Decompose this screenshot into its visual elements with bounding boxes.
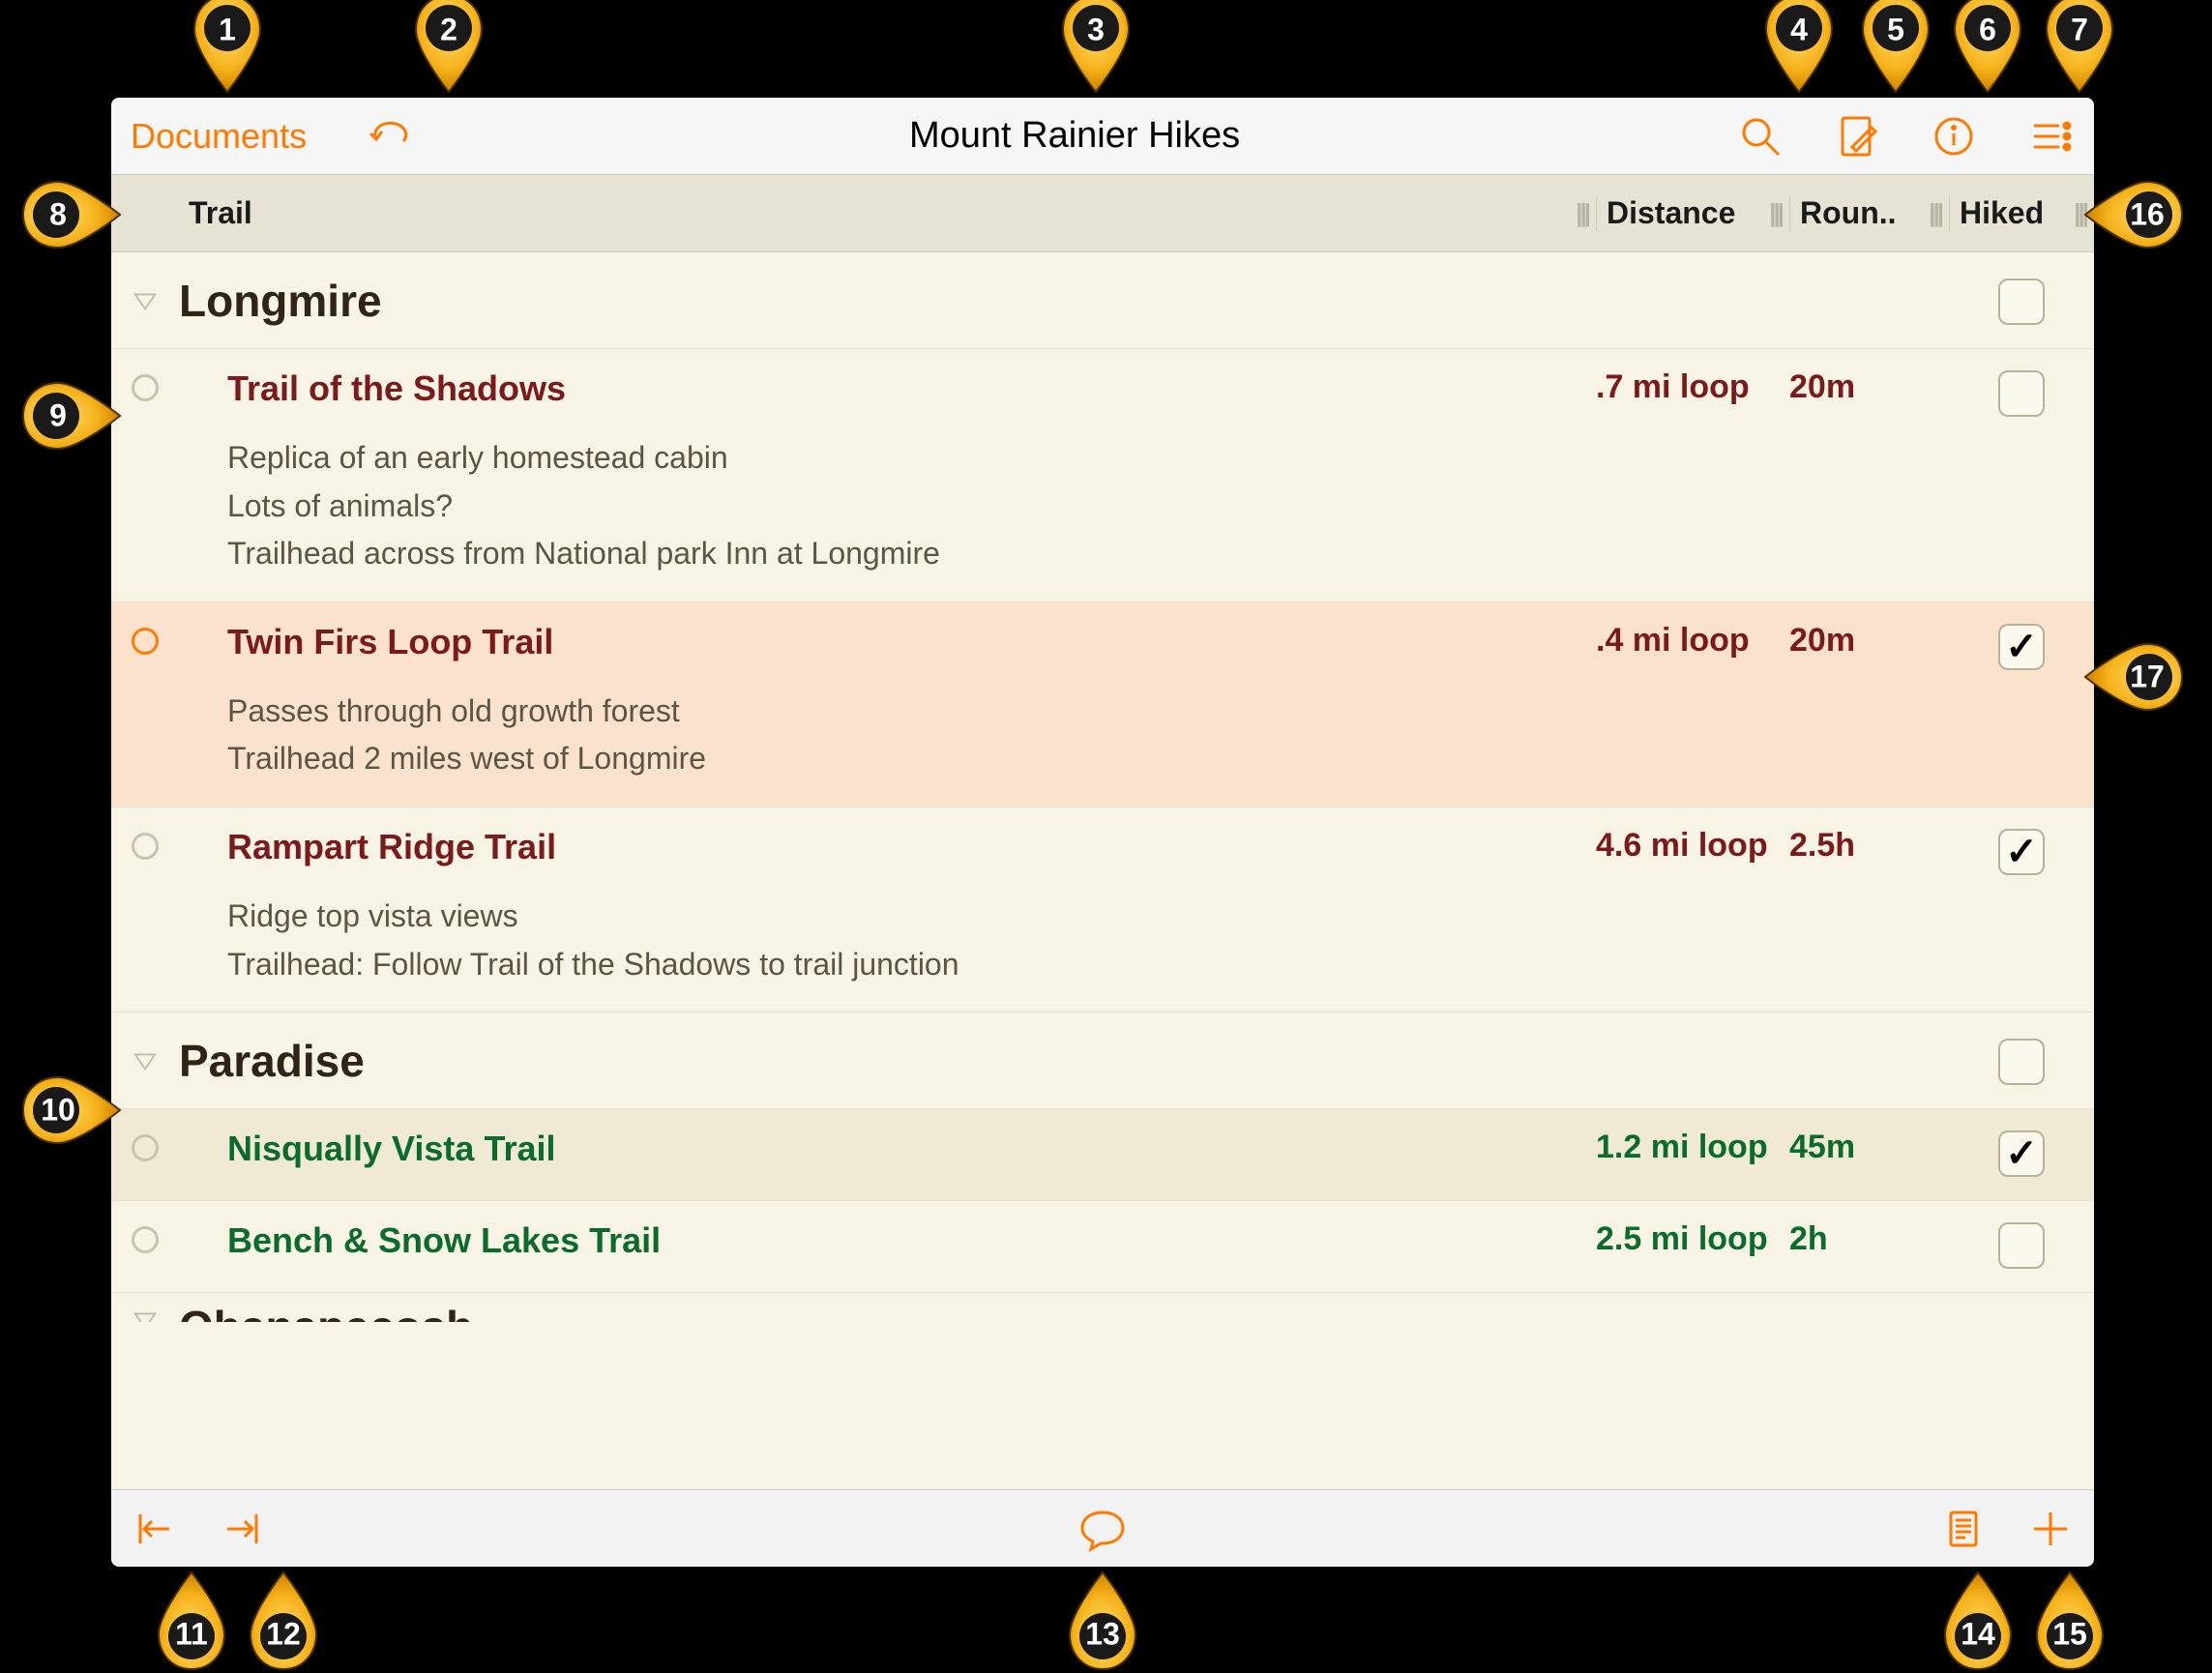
search-icon[interactable] <box>1736 112 1784 161</box>
column-header-distance[interactable]: Distance||| <box>1596 195 1789 231</box>
outline-list[interactable]: Longmire Trail of the Shadows Replica of… <box>111 252 2094 1489</box>
trail-row[interactable]: Twin Firs Loop Trail Passes through old … <box>111 602 2094 807</box>
hiked-checkbox[interactable] <box>1998 1039 2045 1085</box>
trail-name[interactable]: Twin Firs Loop Trail <box>227 622 1577 662</box>
note-icon[interactable] <box>1078 1505 1127 1553</box>
callout-marker: 12 <box>245 1567 322 1673</box>
status-circle-icon[interactable] <box>132 1134 159 1161</box>
roundtrip-cell[interactable]: 20m <box>1789 368 1949 578</box>
column-header-hiked[interactable]: Hiked||| <box>1949 195 2094 231</box>
hiked-checkbox[interactable] <box>1998 370 2045 417</box>
distance-cell[interactable]: 2.5 mi loop <box>1596 1220 1789 1269</box>
hiked-checkbox[interactable] <box>1998 1222 2045 1269</box>
undo-icon[interactable] <box>365 112 413 161</box>
status-circle-icon[interactable] <box>132 628 159 655</box>
bottom-toolbar <box>111 1489 2094 1567</box>
section-row[interactable]: Paradise <box>111 1013 2094 1109</box>
column-resize-icon[interactable]: ||| <box>1769 198 1782 228</box>
callout-marker: 11 <box>153 1567 230 1673</box>
trail-name[interactable]: Nisqually Vista Trail <box>227 1129 1577 1169</box>
status-circle-icon[interactable] <box>132 374 159 401</box>
column-resize-icon[interactable]: ||| <box>2074 198 2086 228</box>
column-header-roundtrip[interactable]: Roun..||| <box>1789 195 1949 231</box>
disclosure-triangle-icon[interactable] <box>111 1306 179 1322</box>
hiked-checkbox[interactable]: ✓ <box>1998 624 2045 670</box>
callout-marker: 6 <box>1949 0 2026 98</box>
callout-marker: 14 <box>1939 1567 2017 1673</box>
trail-name[interactable]: Trail of the Shadows <box>227 368 1577 409</box>
roundtrip-cell[interactable]: 2h <box>1789 1220 1949 1269</box>
distance-cell[interactable]: 4.6 mi loop <box>1596 827 1789 988</box>
app-window: Documents Mount Rainier Hikes <box>111 98 2094 1567</box>
status-circle-icon[interactable] <box>132 833 159 860</box>
callout-marker: 15 <box>2031 1567 2109 1673</box>
outdent-icon[interactable] <box>131 1505 179 1553</box>
hiked-checkbox[interactable]: ✓ <box>1998 829 2045 875</box>
column-resize-icon[interactable]: ||| <box>1576 198 1588 228</box>
trail-notes[interactable]: Passes through old growth forestTrailhea… <box>227 688 1577 783</box>
column-header-trail[interactable]: Trail||| <box>179 195 1596 231</box>
hiked-checkbox[interactable]: ✓ <box>1998 1130 2045 1177</box>
roundtrip-cell[interactable]: 2.5h <box>1789 827 1949 988</box>
callout-marker: 3 <box>1057 0 1135 98</box>
distance-cell[interactable]: .7 mi loop <box>1596 368 1789 578</box>
callout-marker: 16 <box>2079 176 2186 253</box>
documents-back-button[interactable]: Documents <box>131 116 307 157</box>
section-row[interactable]: Ohanapecosh <box>111 1293 2094 1322</box>
top-toolbar: Documents Mount Rainier Hikes <box>111 98 2094 175</box>
trail-row[interactable]: Trail of the Shadows Replica of an early… <box>111 349 2094 602</box>
document-edit-icon[interactable] <box>1833 112 1881 161</box>
callout-marker: 1 <box>189 0 266 98</box>
callout-marker: 7 <box>2041 0 2118 98</box>
hiked-checkbox[interactable] <box>1998 279 2045 325</box>
trail-notes[interactable]: Ridge top vista viewsTrailhead: Follow T… <box>227 893 1577 988</box>
callout-marker: 5 <box>1857 0 1934 98</box>
distance-cell[interactable]: .4 mi loop <box>1596 622 1789 783</box>
trail-row[interactable]: Bench & Snow Lakes Trail 2.5 mi loop 2h <box>111 1201 2094 1293</box>
callout-marker: 2 <box>410 0 487 98</box>
annotated-screenshot: Documents Mount Rainier Hikes <box>0 0 2212 1672</box>
info-icon[interactable] <box>1930 112 1978 161</box>
indent-icon[interactable] <box>218 1505 266 1553</box>
callout-marker: 9 <box>19 377 126 455</box>
trail-row[interactable]: Nisqually Vista Trail 1.2 mi loop 45m ✓ <box>111 1109 2094 1201</box>
status-circle-icon[interactable] <box>132 1226 159 1253</box>
callout-marker: 10 <box>19 1071 126 1149</box>
view-options-icon[interactable] <box>2026 112 2075 161</box>
callout-marker: 4 <box>1760 0 1838 98</box>
distance-cell[interactable]: 1.2 mi loop <box>1596 1129 1789 1177</box>
section-row[interactable]: Longmire <box>111 252 2094 349</box>
section-title[interactable]: Paradise <box>179 1035 1596 1087</box>
section-title: Ohanapecosh <box>179 1301 2094 1322</box>
document-icon[interactable] <box>1939 1505 1988 1553</box>
callout-marker: 13 <box>1064 1567 1141 1673</box>
document-title: Mount Rainier Hikes <box>442 115 1707 157</box>
section-title[interactable]: Longmire <box>179 275 1596 327</box>
trail-name[interactable]: Rampart Ridge Trail <box>227 827 1577 867</box>
roundtrip-cell[interactable]: 20m <box>1789 622 1949 783</box>
add-icon[interactable] <box>2026 1505 2075 1553</box>
callout-marker: 8 <box>19 176 126 253</box>
roundtrip-cell[interactable]: 45m <box>1789 1129 1949 1177</box>
disclosure-triangle-icon[interactable] <box>111 287 179 314</box>
callout-marker: 17 <box>2079 638 2186 716</box>
column-resize-icon[interactable]: ||| <box>1929 198 1941 228</box>
trail-name[interactable]: Bench & Snow Lakes Trail <box>227 1220 1577 1261</box>
trail-row[interactable]: Rampart Ridge Trail Ridge top vista view… <box>111 807 2094 1013</box>
disclosure-triangle-icon[interactable] <box>111 1047 179 1074</box>
column-header-row: Trail||| Distance||| Roun..||| Hiked||| <box>111 175 2094 252</box>
trail-notes[interactable]: Replica of an early homestead cabinLots … <box>227 434 1577 578</box>
